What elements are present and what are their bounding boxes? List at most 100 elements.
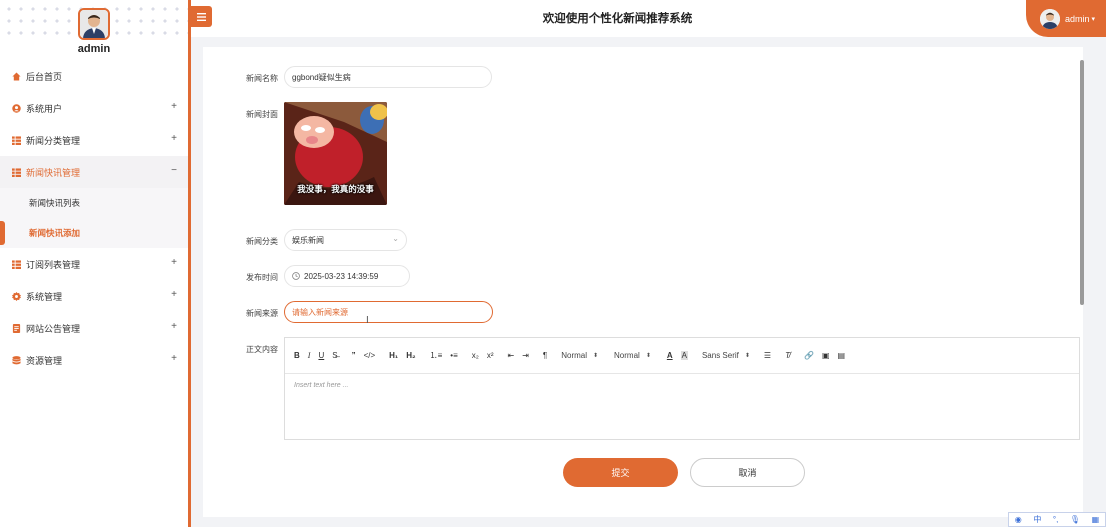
content-scrollbar[interactable] [1080,60,1084,305]
submenu: 新闻快讯列表 新闻快讯添加 [0,188,188,248]
chevron-updown-icon: ⬍ [593,353,599,359]
blockquote-icon[interactable]: ” [352,351,356,360]
clear-format-icon[interactable]: T̸ [785,351,790,360]
category-select-value: 娱乐新闻 [292,235,324,245]
editor-toolbar: B I U S̶ ” </> H₁ H₂ ⒈≡ •≡ x₂ x² ⇤ ⇥ ¶ N… [285,338,1079,374]
bullet-list-icon[interactable]: •≡ [450,351,457,360]
page-title: 欢迎使用个性化新闻推荐系统 [542,13,693,25]
expand-icon[interactable]: + [171,257,177,268]
superscript-icon[interactable]: x² [487,351,494,360]
ime-punctuation-icon[interactable]: °, [1053,515,1058,524]
font-select[interactable]: Sans Serif ⬍ [702,351,750,360]
background-color-icon[interactable]: A [680,351,688,360]
publish-time-value: 2025-03-23 14:39:59 [304,271,379,281]
align-icon[interactable]: ☰ [764,351,771,360]
sidebar-item-label: 系统管理 [26,291,63,302]
indent-icon[interactable]: ⇥ [522,351,529,360]
sidebar-item-announcement[interactable]: 网站公告管理 + [0,312,188,344]
sidebar-item-label: 后台首页 [26,71,63,82]
cover-caption: 我没事，我真的没事 [297,184,374,194]
bold-icon[interactable]: B [294,351,300,360]
expand-icon[interactable]: + [171,289,177,300]
strikethrough-icon[interactable]: S̶ [332,351,337,360]
heading-1-icon[interactable]: H₁ [389,351,398,360]
underline-icon[interactable]: U [318,351,324,360]
title-input[interactable]: ggbond疑似生病 [284,66,492,88]
size-select[interactable]: Normal ⬍ [614,351,651,360]
document-icon [12,323,21,333]
submenu-item-news-add[interactable]: 新闻快讯添加 [0,218,188,248]
grid-icon [12,259,21,269]
text-direction-icon[interactable]: ¶ [543,351,547,360]
expand-icon[interactable]: + [171,353,177,364]
sidebar-item-home[interactable]: 后台首页 [0,60,188,92]
sidebar-item-system-users[interactable]: 系统用户 + [0,92,188,124]
content-label: 正文内容 [246,345,278,354]
admin-username: admin [77,43,111,55]
sidebar-menu: 后台首页 系统用户 + 新闻分类管理 + 新闻快讯管理 − 新闻快讯列表 新闻快… [0,60,188,376]
cover-image[interactable]: 我没事，我真的没事 [284,102,387,205]
heading-2-icon[interactable]: H₂ [406,351,415,360]
chevron-down-icon: ▾ [1091,15,1096,23]
cover-label: 新闻封面 [246,110,278,119]
heading-select-value: Normal [561,351,587,360]
outdent-icon[interactable]: ⇤ [508,351,515,360]
gear-icon [12,291,21,301]
sidebar-item-news-flash[interactable]: 新闻快讯管理 − [0,156,188,188]
expand-icon[interactable]: + [171,321,177,332]
submenu-item-news-list[interactable]: 新闻快讯列表 [0,188,188,218]
grid-icon [12,135,21,145]
avatar[interactable] [78,8,110,40]
microphone-icon[interactable]: 🎙 [1070,515,1080,524]
sidebar-item-label: 资源管理 [26,355,63,366]
sidebar-item-system[interactable]: 系统管理 + [0,280,188,312]
link-icon[interactable]: 🔗 [804,351,814,360]
editor-content[interactable]: Insert text here ... [285,374,1079,397]
cancel-button[interactable]: 取消 [690,458,805,487]
source-input-placeholder: 请输入新闻来源 [292,307,348,317]
size-select-value: Normal [614,351,640,360]
user-menu[interactable]: admin ▾ [1026,0,1106,37]
sidebar-item-label: 系统用户 [26,103,63,114]
collapse-icon[interactable]: − [171,165,177,176]
heading-select[interactable]: Normal ⬍ [561,351,598,360]
text-color-icon[interactable]: A [667,351,673,360]
database-icon [12,355,21,364]
category-select[interactable]: 娱乐新闻 ⌄ [284,229,407,251]
sidebar-item-label: 新闻快讯管理 [26,167,81,178]
expand-icon[interactable]: + [171,101,177,112]
sidebar-item-news-category[interactable]: 新闻分类管理 + [0,124,188,156]
time-label: 发布时间 [246,273,278,282]
rich-text-editor[interactable]: B I U S̶ ” </> H₁ H₂ ⒈≡ •≡ x₂ x² ⇤ ⇥ ¶ N… [284,337,1080,440]
chevron-updown-icon: ⬍ [744,353,750,359]
code-block-icon[interactable]: </> [364,351,376,360]
sidebar: admin 后台首页 系统用户 + 新闻分类管理 + 新闻快讯管理 − 新闻快讯… [0,0,188,527]
image-icon[interactable]: ▣ [822,351,830,360]
ime-grid-icon[interactable]: ▦ [1092,515,1100,524]
font-select-value: Sans Serif [701,351,739,360]
ime-language-toggle[interactable]: 中 [1033,514,1041,525]
publish-time-picker[interactable]: 2025-03-23 14:39:59 [284,265,410,287]
text-cursor-icon: I [366,315,369,326]
user-avatar[interactable] [1040,8,1060,29]
submit-button[interactable]: 提交 [563,458,678,487]
expand-icon[interactable]: + [171,133,177,144]
subscript-icon[interactable]: x₂ [472,351,479,360]
source-input[interactable]: 请输入新闻来源 [284,301,493,323]
title-label: 新闻名称 [246,74,278,83]
clock-icon [292,272,300,280]
category-label: 新闻分类 [246,237,278,246]
ime-logo-icon[interactable]: ◉ [1015,515,1022,524]
ordered-list-icon[interactable]: ⒈≡ [430,350,443,361]
user-icon [12,103,21,113]
sidebar-item-subscription[interactable]: 订阅列表管理 + [0,248,188,280]
user-name-label: admin [1065,13,1090,24]
sidebar-item-label: 网站公告管理 [26,323,81,334]
sidebar-item-label: 订阅列表管理 [26,259,81,270]
app-root: admin 后台首页 系统用户 + 新闻分类管理 + 新闻快讯管理 − 新闻快讯… [0,0,1106,527]
sidebar-item-resources[interactable]: 资源管理 + [0,344,188,376]
italic-icon[interactable]: I [308,351,311,360]
video-icon[interactable]: ▤ [838,351,846,360]
chevron-updown-icon: ⬍ [645,353,651,359]
title-input-value: ggbond疑似生病 [292,72,351,82]
